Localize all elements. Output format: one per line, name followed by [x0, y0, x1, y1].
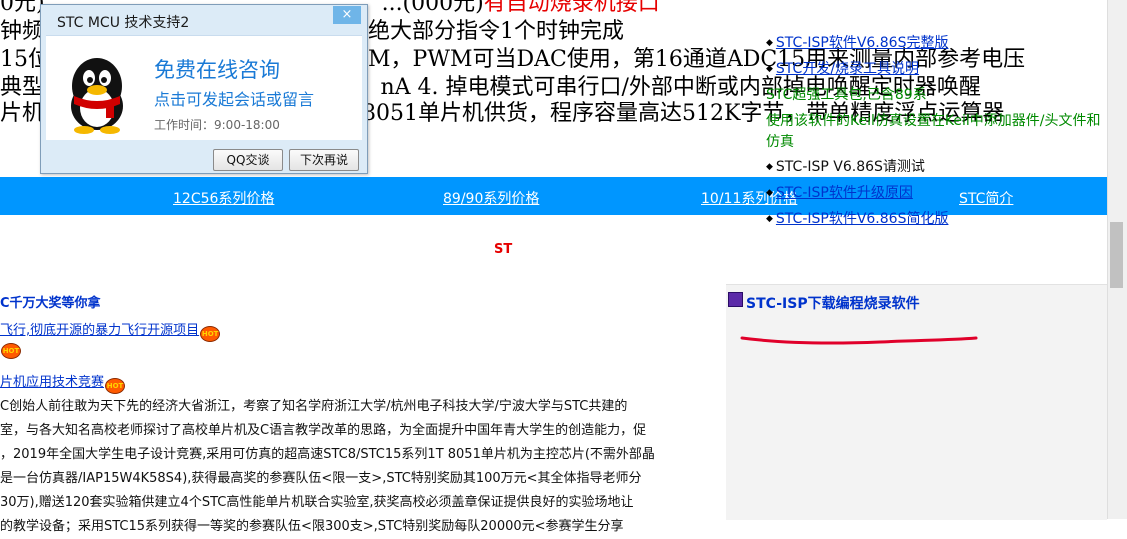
competition-paragraph: C创始人前往敢为天下先的经济大省浙江，考察了知名学府浙江大学/杭州电子科技大学/… [0, 395, 692, 539]
scrollbar-thumb[interactable] [1110, 222, 1123, 288]
toolkit-item[interactable]: STC超强工具包,已含89系 [766, 85, 927, 105]
nav-link-89-90-price[interactable]: 89/90系列价格 [443, 188, 539, 208]
keil-setup-item[interactable]: 使用该软件的Keil仿真设置在Keil中添加器件/头文件和仿真 [766, 111, 1106, 153]
isp-software-panel: STC-ISP下载编程烧录软件 [726, 284, 1107, 520]
isp-upgrade-reason-link[interactable]: STC-ISP软件升级原因 [776, 185, 913, 201]
diamond-bullet-icon: ◆ [766, 162, 773, 172]
flight-project-link[interactable]: 飞行,彻底开源的暴力飞行开源项目 HOT [0, 319, 220, 341]
section-square-icon [728, 292, 743, 307]
popup-titlebar[interactable]: STC MCU 技术支持2 × [41, 5, 367, 35]
close-icon[interactable]: × [333, 6, 361, 24]
hot-badge-icon: HOT [2, 344, 20, 358]
diamond-bullet-icon: ◆ [766, 38, 773, 48]
isp-panel-title: STC-ISP下载编程烧录软件 [746, 296, 920, 312]
mcu-competition-link[interactable]: 片机应用技术竞赛 HOT [0, 371, 125, 393]
isp-upgrade-reason-item[interactable]: ◆ STC-ISP软件升级原因 [766, 183, 913, 205]
stc-logo-fragment: ST [494, 242, 513, 257]
consult-subline: 点击可发起会话或留言 [154, 90, 315, 109]
prize-heading[interactable]: C千万大奖等你拿 [0, 292, 101, 311]
mcu-competition-link-label[interactable]: 片机应用技术竞赛 [0, 375, 104, 390]
nav-link-12c56-price[interactable]: 12C56系列价格 [173, 188, 274, 208]
isp-full-version-link[interactable]: STC-ISP软件V6.86S完整版 [776, 35, 949, 51]
later-button[interactable]: 下次再说 [289, 149, 359, 171]
qq-penguin-icon [54, 48, 140, 134]
hot-badge-icon: HOT [106, 379, 125, 393]
qq-support-popup: STC MCU 技术支持2 × 免费在线咨询 点击可发起会话或留言 工作时间：9… [40, 4, 368, 174]
paragraph-line: 是一台仿真器/IAP15W4K58S4),获得最高奖的参赛队伍<限一支>,STC… [0, 471, 642, 486]
diamond-bullet-icon: ◆ [766, 214, 773, 224]
popup-title: STC MCU 技术支持2 [57, 15, 190, 31]
qq-chat-button[interactable]: QQ交谈 [213, 149, 283, 171]
nav-link-stc-intro[interactable]: STC简介 [959, 188, 1013, 208]
hot-badge-icon: HOT [201, 327, 220, 341]
flight-project-link-label[interactable]: 飞行,彻底开源的暴力飞行开源项目 [0, 323, 199, 338]
paragraph-line: C创始人前往敢为天下先的经济大省浙江，考察了知名学府浙江大学/杭州电子科技大学/… [0, 399, 628, 414]
isp-test-label[interactable]: STC-ISP V6.86S请测试 [776, 159, 925, 175]
isp-lite-version-item[interactable]: ◆ STC-ISP软件V6.86S简化版 [766, 209, 948, 231]
dev-tools-guide-item[interactable]: ◆ STC开发/烧录工具说明 [766, 59, 919, 81]
diamond-bullet-icon: ◆ [766, 64, 773, 74]
paragraph-line: 室，与各大知名高校老师探讨了高校单片机及C语言教学改革的思路，为全面提升中国年青… [0, 423, 647, 438]
isp-test-item[interactable]: ◆ STC-ISP V6.86S请测试 [766, 157, 925, 179]
consult-headline: 免费在线咨询 [154, 58, 280, 82]
isp-full-version-item[interactable]: ◆ STC-ISP软件V6.86S完整版 [766, 33, 948, 55]
popup-body[interactable]: 免费在线咨询 点击可发起会话或留言 工作时间：9:00-18:00 [46, 35, 362, 140]
diamond-bullet-icon: ◆ [766, 188, 773, 198]
isp-lite-version-link[interactable]: STC-ISP软件V6.86S简化版 [776, 211, 949, 227]
dev-tools-guide-link[interactable]: STC开发/烧录工具说明 [776, 61, 919, 77]
work-hours: 工作时间：9:00-18:00 [154, 118, 280, 132]
paragraph-line: ，2019年全国大学生电子设计竞赛,采用可仿真的超高速STC8/STC15系列1… [0, 447, 655, 462]
paragraph-line: 30万),赠送120套实验箱供建立4个STC高性能单片机联合实验室,获奖高校必须… [0, 495, 634, 510]
